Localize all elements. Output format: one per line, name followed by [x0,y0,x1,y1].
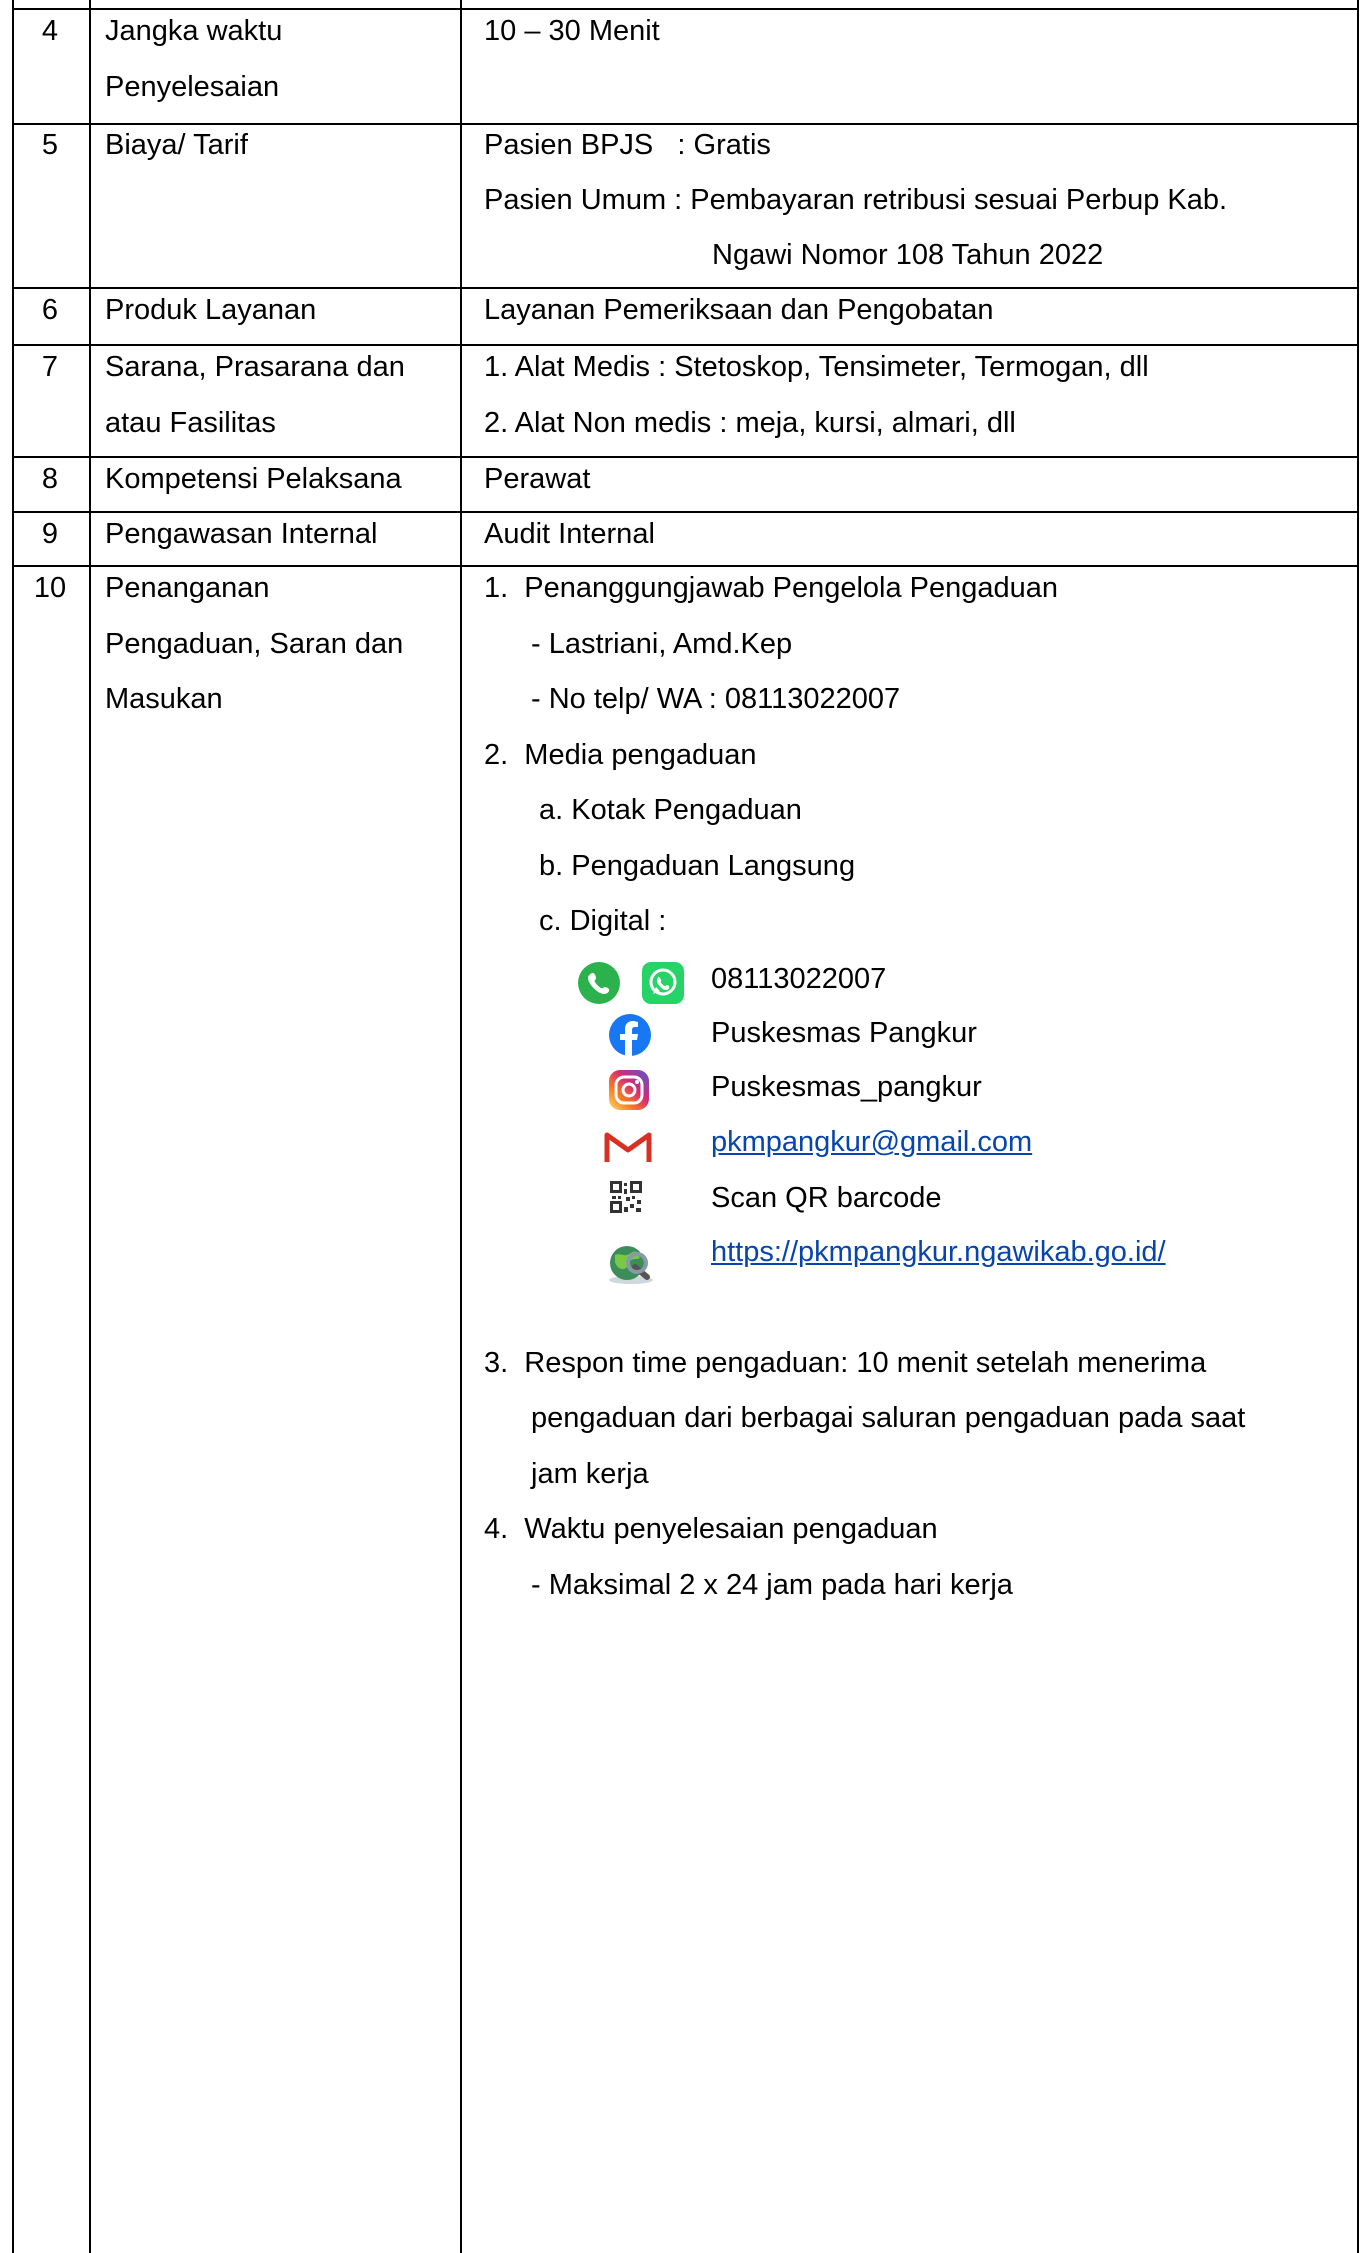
row-separator [12,565,1359,567]
fee-bpjs: Pasien BPJS : Gratis [484,129,771,161]
row-separator [12,8,1359,10]
complaint-point-3-continued: jam kerja [531,1458,649,1490]
fee-umum-continued: Ngawi Nomor 108 Tahun 2022 [712,239,1104,271]
row-number: 4 [41,15,59,47]
row-number: 9 [41,518,59,550]
table-border-right [1357,0,1359,292]
row-separator [12,511,1359,513]
facility-item: 1. Alat Medis : Stetoskop, Tensimeter, T… [484,351,1149,383]
fee-umum: Pasien Umum : Pembayaran retribusi sesua… [484,184,1228,216]
row-content: Audit Internal [484,518,655,550]
row-label: atau Fasilitas [105,407,276,439]
digital-qr: Scan QR barcode [711,1182,942,1214]
media-item: a. Kotak Pengaduan [539,794,802,826]
digital-phone: 08113022007 [711,963,887,995]
gmail-icon [604,1130,652,1164]
row-number: 8 [41,463,59,495]
row-separator [12,456,1359,458]
row-label: Produk Layanan [105,294,317,326]
instagram-icon [607,1068,651,1112]
row-number: 6 [41,294,59,326]
email-link[interactable]: pkmpangkur@gmail.com [711,1124,1032,1160]
digital-instagram: Puskesmas_pangkur [711,1071,982,1103]
service-standard-table: 4 Jangka waktu Penyelesaian 10 – 30 Meni… [0,0,1360,2253]
complaint-point-4: 4. Waktu penyelesaian pengaduan [484,1513,938,1545]
row-label: Pengawasan Internal [105,518,378,550]
row-number: 7 [41,351,59,383]
media-item: b. Pengaduan Langsung [539,850,856,882]
row-label: Penanganan [105,572,270,604]
media-item: c. Digital : [539,905,667,937]
row-content: Perawat [484,463,591,495]
table-column-divider-2 [460,0,462,2253]
website-link[interactable]: https://pkmpangkur.ngawikab.go.id/ [711,1234,1166,1270]
row-separator [12,123,1359,125]
digital-facebook: Puskesmas Pangkur [711,1017,977,1049]
whatsapp-icon [641,961,685,1005]
complaint-officer: - Lastriani, Amd.Kep [531,628,793,660]
complaint-point-3: 3. Respon time pengaduan: 10 menit setel… [484,1347,1207,1379]
globe-icon [605,1241,657,1285]
row-content: Layanan Pemeriksaan dan Pengobatan [484,294,994,326]
row-label: Masukan [105,683,223,715]
complaint-point-1: 1. Penanggungjawab Pengelola Pengaduan [484,572,1059,604]
row-separator [12,344,1359,346]
table-border-left [12,0,14,2253]
complaint-phone: - No telp/ WA : 08113022007 [531,683,901,715]
complaint-deadline: - Maksimal 2 x 24 jam pada hari kerja [531,1569,1013,1601]
row-separator [12,287,1359,289]
row-label: Jangka waktu [105,15,283,47]
row-label: Biaya/ Tarif [105,129,248,161]
facebook-icon [608,1013,652,1057]
qr-code-icon [609,1180,643,1214]
row-number: 10 [33,572,67,604]
row-number: 5 [41,129,59,161]
row-label: Sarana, Prasarana dan [105,351,405,383]
complaint-point-3-continued: pengaduan dari berbagai saluran pengadua… [531,1402,1246,1434]
complaint-point-2: 2. Media pengaduan [484,739,757,771]
row-label: Penyelesaian [105,71,280,103]
facility-item: 2. Alat Non medis : meja, kursi, almari,… [484,407,1016,439]
table-column-divider-1 [89,0,91,2253]
table-border-right-lower [1357,292,1359,2253]
phone-icon [577,961,621,1005]
row-label: Pengaduan, Saran dan [105,628,404,660]
row-label: Kompetensi Pelaksana [105,463,402,495]
row-content: 10 – 30 Menit [484,15,660,47]
